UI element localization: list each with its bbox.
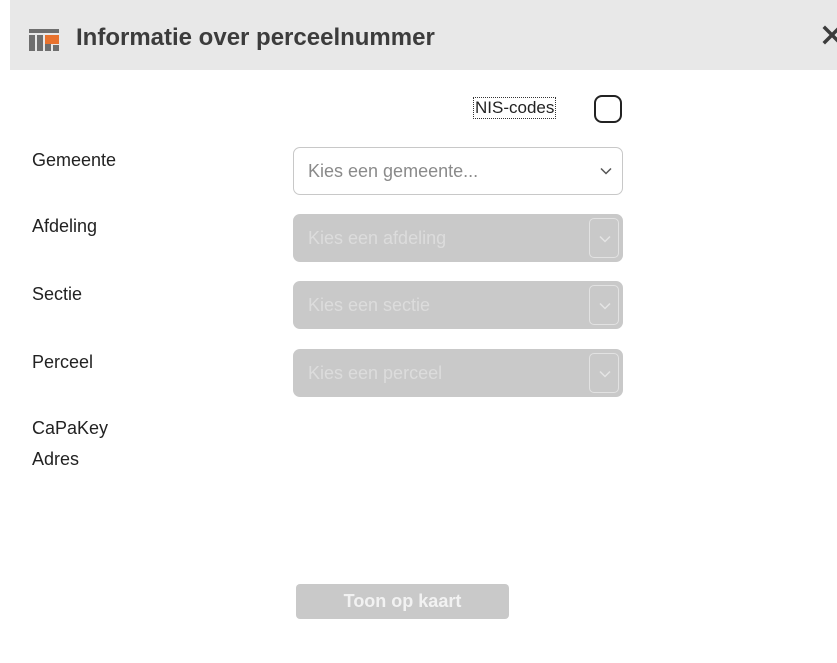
adres-label: Adres: [32, 449, 80, 469]
perceel-info-panel: Informatie over perceelnummer NIS-codes …: [0, 0, 837, 663]
capakey-label: CaPaKey: [32, 418, 109, 438]
chevron-down-icon: [599, 302, 611, 310]
afdeling-label: Afdeling: [32, 216, 98, 236]
perceel-select: Kies een perceel: [293, 349, 623, 397]
afdeling-dropdown-toggle: [589, 218, 619, 258]
chevron-down-icon: [599, 370, 611, 378]
sectie-placeholder: Kies een sectie: [308, 295, 431, 315]
gemeente-placeholder: Kies een gemeente...: [308, 161, 479, 181]
nis-codes-checkbox[interactable]: [594, 95, 622, 123]
chevron-down-icon: [599, 235, 611, 243]
perceel-dropdown-toggle: [589, 353, 619, 393]
panel-title: Informatie over perceelnummer: [76, 24, 435, 51]
perceel-placeholder: Kies een perceel: [308, 363, 443, 383]
show-on-map-button[interactable]: Toon op kaart: [296, 584, 509, 619]
close-icon[interactable]: [822, 25, 837, 45]
nis-codes-label[interactable]: NIS-codes: [473, 97, 557, 119]
gemeente-label: Gemeente: [32, 150, 117, 170]
sectie-select: Kies een sectie: [293, 281, 623, 329]
gemeente-select[interactable]: Kies een gemeente...: [293, 147, 623, 195]
map-grid-icon: [29, 29, 59, 51]
afdeling-select: Kies een afdeling: [293, 214, 623, 262]
sectie-label: Sectie: [32, 284, 83, 304]
afdeling-placeholder: Kies een afdeling: [308, 228, 447, 248]
sectie-dropdown-toggle: [589, 285, 619, 325]
chevron-down-icon: [600, 167, 612, 175]
panel-header: Informatie over perceelnummer: [10, 0, 837, 70]
perceel-label: Perceel: [32, 352, 94, 372]
